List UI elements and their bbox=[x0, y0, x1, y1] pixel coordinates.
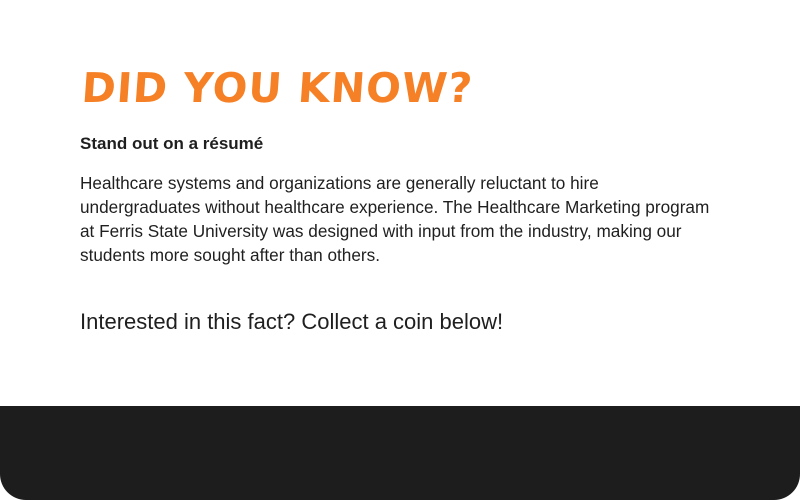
coin-collection-bar[interactable] bbox=[0, 406, 800, 500]
fact-content: Did you know? Stand out on a résumé Heal… bbox=[80, 62, 720, 337]
fact-card: Did you know? Stand out on a résumé Heal… bbox=[0, 0, 800, 500]
fact-title: Did you know? bbox=[80, 64, 475, 112]
fact-body: Healthcare systems and organizations are… bbox=[80, 173, 710, 265]
fact-subtitle: Stand out on a résumé bbox=[80, 134, 264, 153]
coin-prompt: Interested in this fact? Collect a coin … bbox=[80, 309, 504, 334]
